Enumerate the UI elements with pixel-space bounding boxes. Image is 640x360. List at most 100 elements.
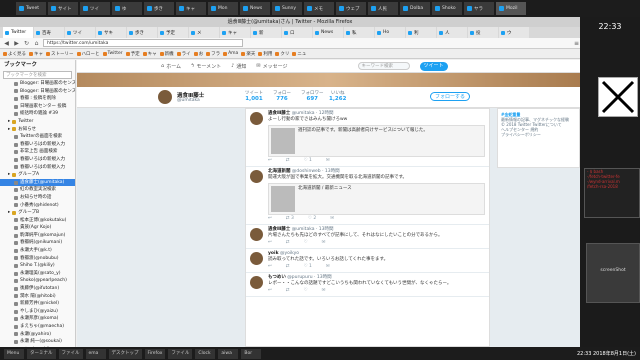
dm-icon[interactable]: ✉ bbox=[326, 158, 330, 164]
avatar[interactable] bbox=[250, 228, 263, 241]
sidebar-bookmark[interactable]: 永瀬邦彦(@koma) bbox=[0, 315, 75, 323]
tweet-author[interactable]: 北海道新聞 bbox=[268, 169, 291, 174]
like-icon[interactable]: ♡ bbox=[304, 288, 308, 294]
dm-icon[interactable]: ✉ bbox=[326, 264, 330, 270]
sidebar-bookmark[interactable]: 貴族(Agr Kojo) bbox=[0, 224, 75, 232]
taskbar-item[interactable]: aiwa bbox=[218, 348, 239, 359]
tweet-media[interactable]: 北海道新聞 / 最新ニュース bbox=[268, 183, 485, 215]
sidebar-bookmark[interactable]: 春瓣純(@nikumani) bbox=[0, 239, 75, 247]
reply-icon[interactable]: ↩ bbox=[268, 240, 272, 246]
system-tab[interactable]: ツイ bbox=[80, 2, 110, 15]
system-tab[interactable]: Shoko bbox=[432, 2, 462, 15]
forward-icon[interactable]: ▶ bbox=[13, 40, 20, 47]
sidebar-bookmark[interactable]: 永瀬(@yahiro) bbox=[0, 331, 75, 339]
terminal-window[interactable]: - $ bash -/fetch-twitter-fe -/wynd-arriv… bbox=[584, 168, 640, 218]
bookmark-item[interactable]: ハローと bbox=[76, 51, 100, 57]
reply-icon[interactable]: ↩ bbox=[268, 158, 272, 164]
bookmark-item[interactable]: フラ bbox=[206, 51, 220, 57]
bookmark-folder[interactable]: ▸ グループB bbox=[0, 209, 75, 217]
browser-tab[interactable]: サキ bbox=[96, 27, 126, 38]
browser-tab[interactable]: 私 bbox=[344, 27, 374, 38]
stat-tweets[interactable]: ツイート 1,001 bbox=[245, 90, 263, 102]
browser-tab[interactable]: 百寿 bbox=[34, 27, 64, 38]
nav-messages[interactable]: ✉ メッセージ bbox=[256, 63, 287, 70]
tweet[interactable]: 過食Ⅲ藤士 @umitaka · 13時間 片場さんたちも先ほどのすべてが記事にし… bbox=[246, 225, 489, 249]
sidebar-bookmark[interactable]: 駒澤純平(@komajun) bbox=[0, 232, 75, 240]
sidebar-bookmark[interactable]: 小番秀(@hidenot) bbox=[0, 202, 75, 210]
expander-icon[interactable]: ▸ bbox=[8, 126, 10, 134]
sidebar-bookmark[interactable]: 紅の教室実況検索 bbox=[0, 186, 75, 194]
sidebar-bookmark[interactable]: まえちゃ(@maecha) bbox=[0, 323, 75, 331]
bookmark-item[interactable]: 新機 bbox=[159, 51, 174, 57]
tweet-author[interactable]: yoik bbox=[268, 251, 279, 256]
system-tab[interactable]: 人民 bbox=[368, 2, 398, 15]
browser-tab[interactable]: 人 bbox=[437, 27, 467, 38]
bookmark-item[interactable]: ニュ bbox=[292, 51, 306, 57]
browser-tab[interactable]: 利 bbox=[406, 27, 436, 38]
taskbar-item[interactable]: デスクトップ bbox=[108, 348, 142, 359]
system-tab[interactable]: ヤラ bbox=[464, 2, 494, 15]
avatar[interactable] bbox=[250, 252, 263, 265]
bookmark-item[interactable]: お bbox=[193, 51, 203, 57]
system-tab[interactable]: Mon bbox=[208, 2, 238, 15]
bookmark-item[interactable]: ライ bbox=[176, 51, 191, 57]
like-icon[interactable]: ♡ 1 bbox=[304, 264, 312, 270]
reply-icon[interactable]: ↩ bbox=[268, 264, 272, 270]
avatar[interactable] bbox=[250, 170, 263, 183]
reply-icon[interactable]: ↩ bbox=[268, 288, 272, 294]
system-tab[interactable]: Mozil bbox=[496, 2, 526, 15]
sidebar-bookmark[interactable]: Twitterの画面を検索 bbox=[0, 133, 75, 141]
twitter-search-input[interactable]: キーワード検索 bbox=[357, 62, 410, 70]
bookmark-folder[interactable]: ▸ Twitter bbox=[0, 118, 75, 126]
taskbar-item[interactable]: ファイル bbox=[168, 348, 193, 359]
follow-button[interactable]: フォローする bbox=[430, 92, 470, 101]
browser-tab[interactable]: 歩き bbox=[127, 27, 157, 38]
sidebar-bookmark[interactable]: 松本正博(@kokutaku) bbox=[0, 217, 75, 225]
nav-moments[interactable]: ϟ モーメント bbox=[191, 63, 221, 70]
sidebar-bookmark[interactable]: 永瀬 純一(@soukai) bbox=[0, 338, 75, 346]
bookmark-search-input[interactable]: ブックマークを検索 bbox=[3, 71, 72, 79]
taskbar-item[interactable]: Firefox bbox=[144, 348, 166, 359]
browser-tab[interactable]: 予定 bbox=[158, 27, 188, 38]
bookmark-item[interactable]: よく見る bbox=[3, 51, 26, 57]
sidebar-bookmark[interactable]: 春瓣いろはの新規入力 bbox=[0, 156, 75, 164]
home-icon[interactable]: ⌂ bbox=[33, 40, 40, 47]
avatar[interactable] bbox=[250, 112, 263, 125]
sidebar-bookmark[interactable]: 春瓣渡(@nobubu) bbox=[0, 255, 75, 263]
retweet-icon[interactable]: ⇄ bbox=[286, 240, 290, 246]
bookmark-folder[interactable]: ▸ お知らせ bbox=[0, 126, 75, 134]
taskbar-item[interactable]: Bor bbox=[241, 348, 262, 359]
system-tab[interactable]: 歩き bbox=[144, 2, 174, 15]
bookmark-item[interactable]: クリ bbox=[275, 51, 289, 57]
avatar[interactable] bbox=[157, 89, 173, 105]
tweet-button[interactable]: ツイート bbox=[419, 61, 448, 71]
sidebar-bookmark[interactable]: 過食藤士(@umitaka) bbox=[0, 178, 75, 187]
sidebar-bookmark[interactable]: 永瀬大手(@k.t) bbox=[0, 247, 75, 255]
sidebar-bookmark[interactable]: 後藤伊(@ifutotan) bbox=[0, 285, 75, 293]
system-tab[interactable]: キャ bbox=[176, 2, 206, 15]
sidebar-bookmark[interactable]: 春瓣いろはの新規入力 bbox=[0, 141, 75, 149]
sidebar-bookmark[interactable]: お知らせ時の話 bbox=[0, 194, 75, 202]
nav-notifications[interactable]: ♪ 通知 bbox=[231, 63, 246, 70]
menu-icon[interactable]: ≡ bbox=[573, 40, 580, 47]
expander-icon[interactable]: ▸ bbox=[8, 171, 10, 179]
taskbar-item[interactable]: Menu bbox=[4, 348, 24, 359]
back-icon[interactable]: ◀ bbox=[3, 40, 10, 47]
sidebar-bookmark[interactable]: 総括時の雑論 #39 bbox=[0, 110, 75, 118]
tweet[interactable]: 過食Ⅲ藤士 @umitaka · 12時間 よーし行動の家でさはみんち聞けろww 週… bbox=[246, 109, 489, 167]
reply-icon[interactable]: ↩ bbox=[268, 216, 272, 222]
browser-tab[interactable]: 新 bbox=[251, 27, 281, 38]
bookmark-item[interactable]: Ama bbox=[223, 51, 238, 56]
like-icon[interactable]: ♡ 1 bbox=[304, 158, 312, 164]
screenshot-window[interactable]: screenShot bbox=[586, 243, 640, 303]
system-tab[interactable]: メモ bbox=[304, 2, 334, 15]
sidebar-bookmark[interactable]: Blogger: 日曜画家のセンス bbox=[0, 88, 75, 96]
retweet-icon[interactable]: ⇄ bbox=[286, 264, 290, 270]
taskbar-item[interactable]: Clock bbox=[195, 348, 216, 359]
expander-icon[interactable]: ▸ bbox=[8, 209, 10, 217]
browser-tab[interactable]: ツイ bbox=[65, 27, 95, 38]
tweet[interactable]: もつめい @purupuru · 13時間 レポー・・こんなの話題ですどこいうちも… bbox=[246, 273, 489, 297]
system-tab[interactable]: Tweet bbox=[16, 2, 46, 15]
tweet[interactable]: yoik @yoikyo 読み取ってれた話です。いろいろお話してくれた事をます。 ↩… bbox=[246, 249, 489, 273]
browser-tab[interactable]: Twitter bbox=[3, 27, 33, 38]
